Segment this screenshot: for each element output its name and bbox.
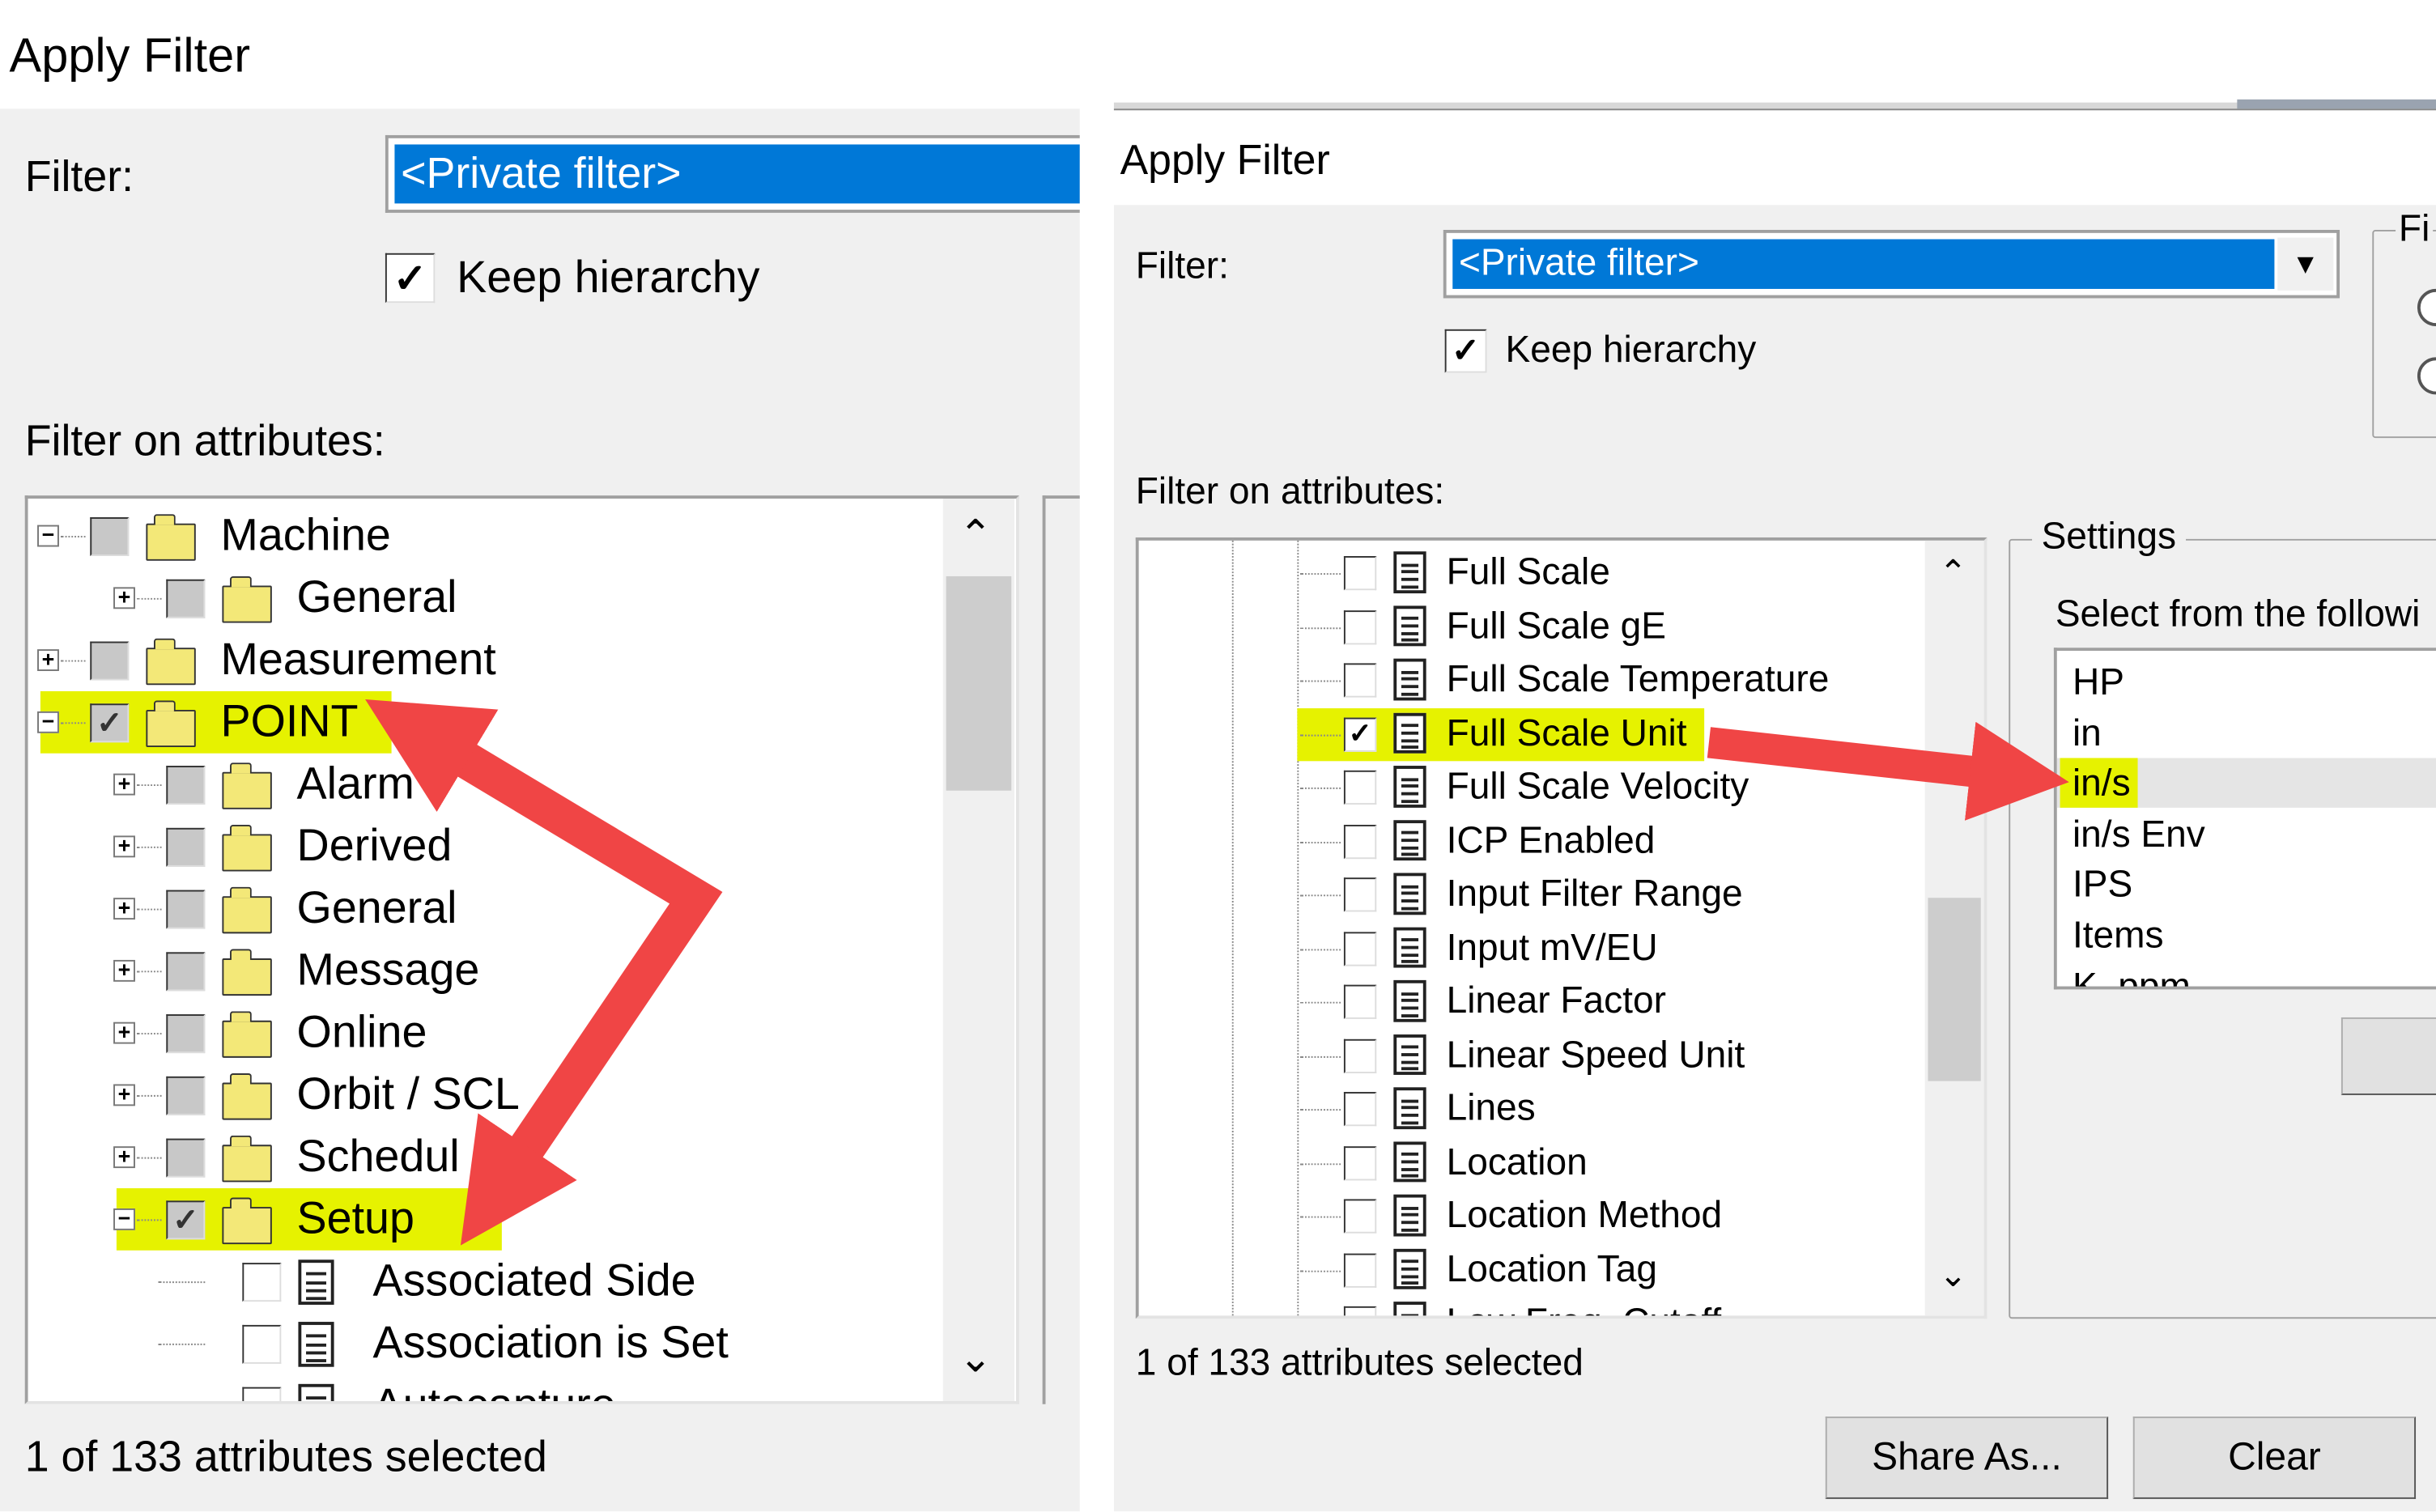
arrow-unit-to-option (1707, 721, 2069, 821)
arrow-point-to-setup (365, 699, 723, 1246)
annotation-arrows (365, 699, 2069, 1246)
